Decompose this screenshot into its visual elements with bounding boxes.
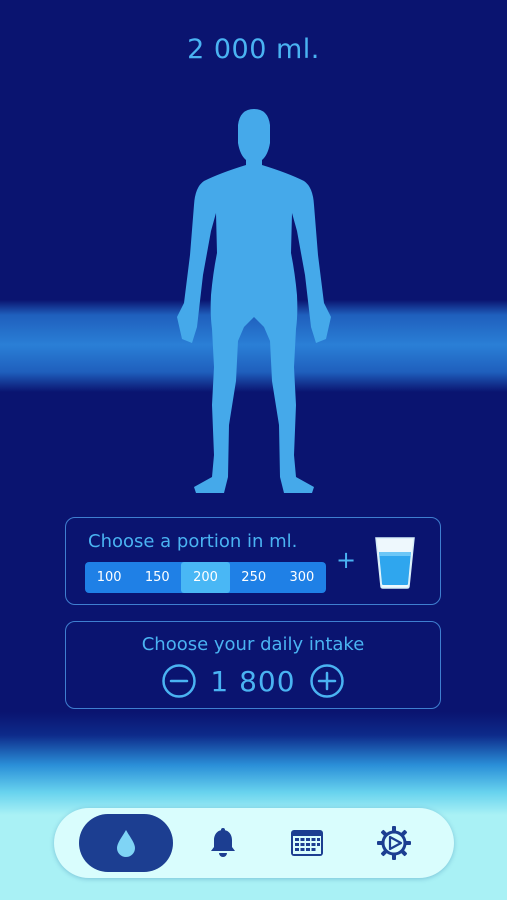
portion-option-250[interactable]: 250	[230, 562, 278, 593]
add-portion-plus[interactable]: +	[336, 546, 356, 574]
portion-option-100[interactable]: 100	[85, 562, 133, 593]
intake-title: Choose your daily intake	[141, 634, 365, 655]
decrease-intake-button[interactable]	[162, 664, 197, 698]
settings-gear-icon	[377, 826, 411, 860]
portion-selector[interactable]: 100 150 200 250 300	[85, 562, 326, 593]
nav-settings[interactable]	[347, 814, 441, 872]
portion-option-150[interactable]: 150	[133, 562, 181, 593]
calendar-icon	[291, 830, 323, 856]
intake-value: 1 800	[210, 664, 296, 698]
water-glass-icon[interactable]	[372, 534, 418, 590]
bell-icon	[211, 828, 235, 857]
increase-intake-button[interactable]	[309, 664, 344, 698]
portion-option-300[interactable]: 300	[278, 562, 326, 593]
portion-option-200[interactable]: 200	[181, 562, 230, 593]
portion-card: Choose a portion in ml. 100 150 200 250 …	[65, 517, 441, 605]
nav-calendar[interactable]	[260, 814, 354, 872]
daily-intake-card: Choose your daily intake 1 800	[65, 621, 441, 709]
water-drop-icon	[117, 830, 135, 857]
nav-water[interactable]	[79, 814, 173, 872]
human-body-illustration	[177, 109, 331, 493]
bottom-navigation	[54, 808, 454, 878]
portion-title: Choose a portion in ml.	[88, 531, 298, 552]
daily-total-label: 2 000 ml.	[187, 34, 320, 65]
nav-reminders[interactable]	[176, 814, 270, 872]
